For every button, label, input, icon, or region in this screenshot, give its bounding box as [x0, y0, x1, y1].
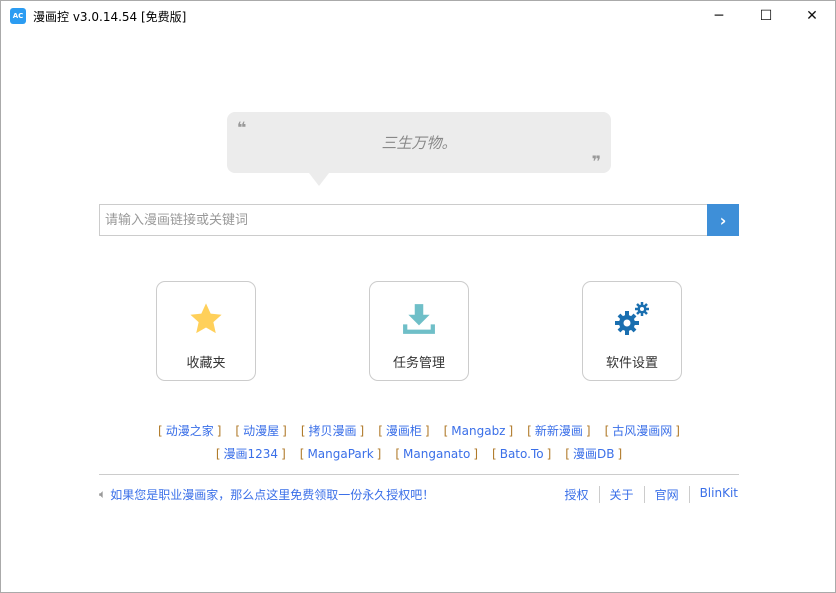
- settings-label: 软件设置: [605, 356, 658, 371]
- bracket-close: ]: [617, 447, 623, 461]
- site-link-label: 漫画柜: [385, 424, 422, 438]
- speaker-icon: 🔈︎: [99, 487, 107, 501]
- site-link-label: 新新漫画: [534, 424, 583, 438]
- site-link-label: 拷贝漫画: [308, 424, 357, 438]
- bracket-open: [: [565, 447, 570, 461]
- site-link-label: 漫画1234: [223, 447, 279, 461]
- notice-text: 如果您是职业漫画家，那么点这里免费领取一份永久授权吧！: [110, 488, 435, 502]
- site-link[interactable]: [Manganato]: [395, 447, 478, 461]
- bracket-open: [: [604, 424, 610, 438]
- close-button[interactable]: ✕: [789, 1, 835, 31]
- bracket-open: [: [300, 424, 306, 438]
- site-link-label: 动漫屋: [243, 424, 280, 438]
- site-link-label: 漫画DB: [572, 447, 615, 461]
- bracket-open: [: [235, 424, 241, 438]
- task-manager-label: 任务管理: [392, 356, 445, 371]
- site-link-label: 古风漫画网: [612, 424, 673, 438]
- site-link-label: Bato.To: [499, 447, 544, 461]
- download-icon: [370, 282, 468, 352]
- free-license-link[interactable]: 🔈︎ 如果您是职业漫画家，那么点这里免费领取一份永久授权吧！: [99, 486, 434, 503]
- license-link[interactable]: 授权: [555, 486, 599, 503]
- bracket-open: [: [378, 424, 383, 438]
- blinkit-link[interactable]: BlinKit: [688, 486, 738, 503]
- bracket-open: [: [158, 424, 163, 438]
- site-link[interactable]: [动漫屋]: [235, 424, 286, 438]
- bracket-open: [: [299, 447, 305, 461]
- quote-bubble: ❝ 三生万物。 ❞: [227, 112, 611, 186]
- settings-button[interactable]: 软件设置: [582, 281, 682, 381]
- bracket-close: ]: [473, 447, 479, 461]
- divider: [99, 474, 739, 475]
- site-link[interactable]: [漫画柜]: [378, 424, 429, 438]
- app-logo-icon: AC: [10, 8, 26, 24]
- minimize-button[interactable]: ─: [696, 1, 742, 31]
- website-link[interactable]: 官网: [643, 486, 689, 503]
- bracket-close: ]: [585, 424, 591, 438]
- site-link[interactable]: [拷贝漫画]: [301, 424, 364, 438]
- footer-links: 授权 关于 官网 BlinKit: [555, 486, 738, 503]
- bracket-close: ]: [282, 424, 287, 438]
- site-link[interactable]: [漫画DB]: [565, 447, 622, 461]
- bracket-open: [: [395, 447, 401, 461]
- site-link[interactable]: [动漫之家]: [158, 424, 221, 438]
- bracket-open: [: [492, 447, 497, 461]
- gears-icon: [583, 282, 681, 352]
- site-link-label: MangaPark: [307, 447, 374, 461]
- site-link-label: Manganato: [403, 447, 471, 461]
- maximize-button[interactable]: ☐: [743, 1, 789, 31]
- bracket-close: ]: [675, 424, 680, 438]
- bracket-close: ]: [216, 424, 222, 438]
- site-link[interactable]: [新新漫画]: [527, 424, 590, 438]
- bracket-close: ]: [424, 424, 430, 438]
- bracket-open: [: [443, 424, 449, 438]
- site-link[interactable]: [古风漫画网]: [605, 424, 680, 438]
- bracket-close: ]: [546, 447, 552, 461]
- about-link[interactable]: 关于: [598, 486, 644, 503]
- site-links-row-1: [动漫之家][动漫屋][拷贝漫画][漫画柜][Mangabz][新新漫画][古风…: [99, 422, 739, 439]
- site-link[interactable]: [MangaPark]: [300, 447, 382, 461]
- window-title: 漫画控 v3.0.14.54 [免费版]: [33, 10, 187, 24]
- favorites-label: 收藏夹: [186, 356, 226, 371]
- star-icon: [157, 282, 255, 352]
- bracket-close: ]: [359, 424, 365, 438]
- site-link-label: Mangabz: [451, 424, 506, 438]
- site-link-label: 动漫之家: [165, 424, 214, 438]
- bracket-close: ]: [281, 447, 286, 461]
- site-links-row-2: [漫画1234][MangaPark][Manganato][Bato.To][…: [99, 445, 739, 462]
- site-link[interactable]: [Bato.To]: [492, 447, 551, 461]
- task-manager-button[interactable]: 任务管理: [369, 281, 469, 381]
- title-bar: AC 漫画控 v3.0.14.54 [免费版] ─ ☐ ✕: [1, 1, 835, 31]
- quote-text: 三生万物。: [381, 134, 457, 152]
- search-go-button[interactable]: ›: [707, 204, 739, 236]
- favorites-button[interactable]: 收藏夹: [156, 281, 256, 381]
- site-link[interactable]: [漫画1234]: [216, 447, 286, 461]
- bracket-close: ]: [376, 447, 382, 461]
- bracket-open: [: [527, 424, 532, 438]
- search-input[interactable]: [99, 204, 708, 236]
- bracket-open: [: [215, 447, 221, 461]
- site-link[interactable]: [Mangabz]: [444, 424, 514, 438]
- close-quote-icon: ❞: [591, 152, 601, 171]
- bracket-close: ]: [508, 424, 514, 438]
